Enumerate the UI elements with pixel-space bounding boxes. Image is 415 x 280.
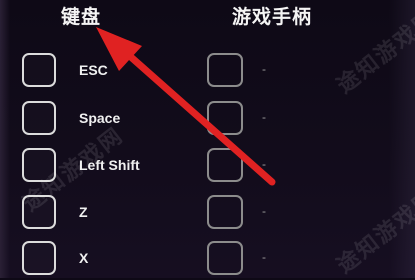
binding-row-space: Space - — [0, 101, 415, 139]
keyboard-binding-label: Z — [79, 204, 88, 220]
gamepad-binding-value: - — [262, 250, 266, 264]
gamepad-binding-checkbox[interactable] — [207, 241, 243, 275]
keyboard-binding-checkbox[interactable] — [22, 53, 56, 87]
gamepad-binding-value: - — [262, 110, 266, 124]
left-edge-glow — [0, 0, 10, 278]
gamepad-binding-checkbox[interactable] — [207, 53, 243, 87]
gamepad-binding-value: - — [262, 62, 266, 76]
gamepad-binding-value: - — [262, 204, 266, 218]
gamepad-binding-checkbox[interactable] — [207, 101, 243, 135]
gamepad-column-header: 游戏手柄 — [232, 7, 313, 28]
keyboard-binding-checkbox[interactable] — [22, 241, 56, 275]
keyboard-binding-label: X — [79, 250, 89, 266]
gamepad-binding-checkbox[interactable] — [207, 148, 243, 182]
keyboard-column-header: 键盘 — [61, 7, 102, 28]
keyboard-binding-checkbox[interactable] — [22, 101, 56, 135]
binding-row-z: Z - — [0, 195, 415, 233]
gamepad-binding-checkbox[interactable] — [207, 195, 243, 229]
gamepad-binding-value: - — [262, 157, 266, 171]
keyboard-binding-label: ESC — [79, 62, 108, 78]
